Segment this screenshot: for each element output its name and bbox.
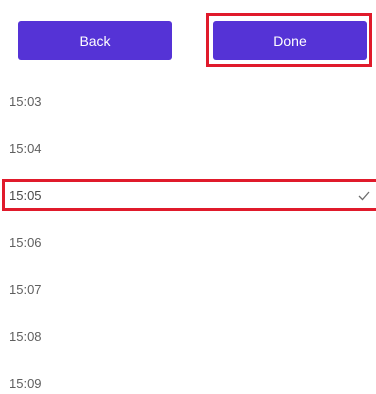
- time-picker-screen: Back Done 15:03 15:04 15:05 15:06 15:07 …: [0, 0, 376, 394]
- time-option[interactable]: 15:08: [0, 313, 376, 360]
- time-list: 15:03 15:04 15:05 15:06 15:07 15:08 15:0…: [0, 78, 376, 394]
- time-option-label: 15:04: [9, 141, 42, 156]
- time-option[interactable]: 15:09: [0, 360, 376, 394]
- time-option[interactable]: 15:07: [0, 266, 376, 313]
- time-option-label: 15:03: [9, 94, 42, 109]
- time-option[interactable]: 15:04: [0, 125, 376, 172]
- time-option-label: 15:06: [9, 235, 42, 250]
- time-option[interactable]: 15:06: [0, 219, 376, 266]
- time-option-selected[interactable]: 15:05: [0, 172, 376, 219]
- back-button[interactable]: Back: [18, 21, 172, 60]
- time-option-label: 15:09: [9, 376, 42, 391]
- done-button[interactable]: Done: [213, 21, 367, 60]
- check-icon: [358, 191, 370, 200]
- time-option-label: 15:05: [9, 188, 42, 203]
- time-option-label: 15:08: [9, 329, 42, 344]
- time-option-label: 15:07: [9, 282, 42, 297]
- time-option[interactable]: 15:03: [0, 78, 376, 125]
- selected-time-highlight: [2, 179, 376, 211]
